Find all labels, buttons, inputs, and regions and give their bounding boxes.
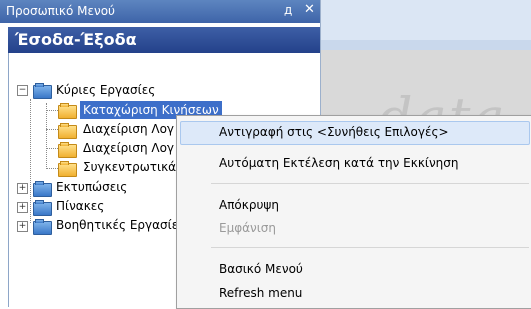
pin-icon[interactable]: д: [284, 3, 292, 17]
expand-icon[interactable]: +: [17, 183, 28, 194]
tree-item-label: Εκτυπώσεις: [56, 180, 128, 194]
panel-titlebar: Προσωπικό Μενού д ✕: [0, 0, 320, 23]
tree-item-label: Κύριες Εργασίες: [56, 83, 156, 97]
menu-separator: [211, 183, 529, 184]
folder-icon: [58, 123, 77, 139]
menu-separator: [211, 247, 529, 248]
menu-item-refresh-menu[interactable]: Refresh menu: [219, 286, 302, 300]
collapse-icon[interactable]: −: [17, 85, 28, 96]
menu-item-show: Εμφάνιση: [219, 221, 277, 235]
tree-line: [46, 103, 47, 169]
tree-item-label: Διαχείριση Λογ: [83, 141, 175, 155]
tree-line: [30, 99, 31, 223]
tree-line: [46, 148, 58, 149]
menu-header: Έσοδα-Έξοδα: [8, 27, 320, 53]
menu-header-title: Έσοδα-Έξοδα: [15, 30, 137, 49]
close-icon[interactable]: ✕: [304, 2, 315, 17]
context-menu: Αντιγραφή στις <Συνήθεις Επιλογές> Αυτόμ…: [176, 115, 531, 309]
folder-icon: [58, 103, 77, 119]
tree-item-label: Συγκεντρωτικά: [83, 160, 177, 174]
tree-line: [46, 129, 58, 130]
expand-icon[interactable]: +: [17, 202, 28, 213]
background-strip: [320, 40, 531, 50]
folder-icon: [58, 161, 77, 177]
folder-icon: [58, 142, 77, 158]
menu-item-hide[interactable]: Απόκρυψη: [219, 198, 279, 212]
menu-item-main-menu[interactable]: Βασικό Μενού: [219, 262, 303, 276]
tree-line: [46, 110, 58, 111]
tree-item-label: Διαχείριση Λογ: [83, 122, 175, 136]
panel-title: Προσωπικό Μενού: [6, 4, 115, 18]
tree-item-label: Βοηθητικές Εργασίες: [56, 218, 186, 232]
folder-icon: [33, 200, 52, 216]
tree-item-label: Πίνακες: [56, 199, 105, 213]
expand-icon[interactable]: +: [17, 221, 28, 232]
folder-icon: [33, 181, 52, 197]
folder-icon: [33, 83, 52, 99]
menu-item-copy-to-favorites[interactable]: Αντιγραφή στις <Συνήθεις Επιλογές>: [219, 125, 449, 139]
background-top: [320, 0, 531, 40]
menu-item-autorun-on-startup[interactable]: Αυτόματη Εκτέλεση κατά την Εκκίνηση: [219, 156, 458, 170]
tree-line: [46, 168, 58, 169]
folder-icon: [33, 219, 52, 235]
